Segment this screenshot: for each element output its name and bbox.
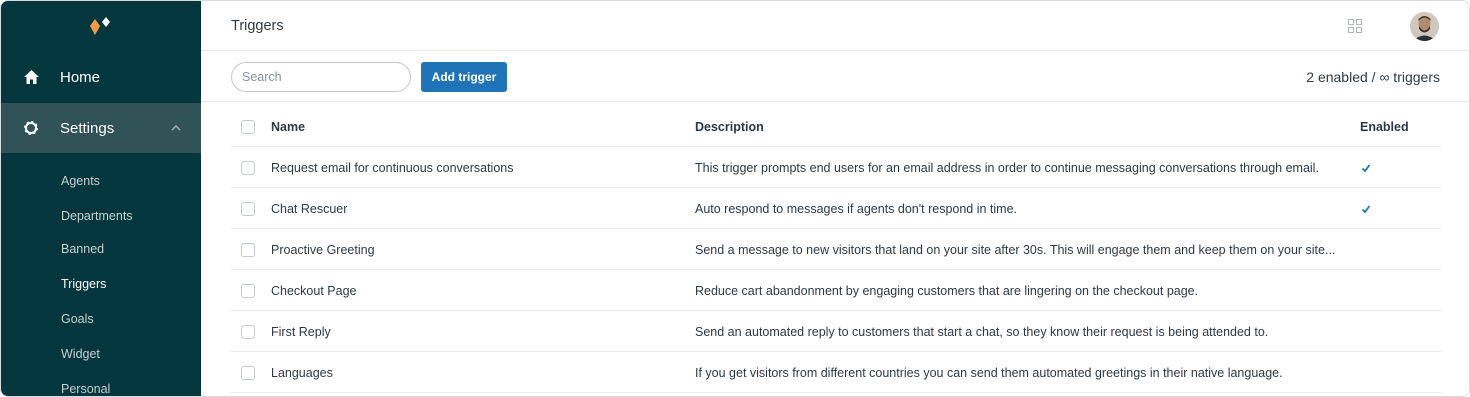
nav-settings[interactable]: Settings [1,103,201,153]
trigger-description: Send a message to new visitors that land… [695,243,1336,257]
trigger-description: If you get visitors from different count… [695,366,1283,380]
nav-home[interactable]: Home [1,52,201,102]
trigger-description: Send an automated reply to customers tha… [695,325,1269,339]
search-input[interactable] [231,62,411,92]
table-header-row: Name Description Enabled [231,106,1441,147]
select-all-checkbox[interactable] [241,120,255,134]
row-checkbox[interactable] [241,161,255,175]
sidebar-item-widget[interactable]: Widget [61,347,100,361]
page-title: Triggers [231,18,284,34]
gear-icon [21,118,41,138]
trigger-name[interactable]: Request email for continuous conversatio… [271,161,514,175]
add-trigger-button[interactable]: Add trigger [421,62,507,92]
row-checkbox[interactable] [241,366,255,380]
trigger-name[interactable]: First Reply [271,325,331,339]
trigger-description: Auto respond to messages if agents don't… [695,202,1018,216]
row-checkbox[interactable] [241,325,255,339]
toolbar: Add trigger 2 enabled / ∞ triggers [201,52,1469,102]
trigger-name[interactable]: Chat Rescuer [271,202,347,216]
nav-settings-label: Settings [60,119,115,137]
sidebar: Home Settings Agents Departments Banned … [1,1,201,396]
table-row[interactable]: Checkout Page Reduce cart abandonment by… [231,270,1441,311]
sidebar-item-personal[interactable]: Personal [61,382,110,396]
app-window: Home Settings Agents Departments Banned … [0,0,1470,397]
trigger-count: 2 enabled / ∞ triggers [1306,69,1440,85]
table-row[interactable]: Proactive Greeting Send a message to new… [231,229,1441,270]
row-checkbox[interactable] [241,243,255,257]
table-row[interactable]: Request email for continuous conversatio… [231,147,1441,188]
home-icon [21,67,41,87]
column-header-description: Description [695,120,764,134]
table-row[interactable]: Languages If you get visitors from diffe… [231,352,1441,393]
table-row[interactable]: Chat Rescuer Auto respond to messages if… [231,188,1441,229]
nav-home-label: Home [60,68,101,86]
chevron-up-icon[interactable] [169,121,183,135]
sidebar-item-triggers[interactable]: Triggers [61,277,106,291]
row-checkbox[interactable] [241,202,255,216]
trigger-name[interactable]: Languages [271,366,333,380]
table-row[interactable]: First Reply Send an automated reply to c… [231,311,1441,352]
logo-icon[interactable] [85,15,115,37]
sidebar-item-banned[interactable]: Banned [61,242,104,256]
grid-icon[interactable] [1348,19,1362,33]
top-bar: Triggers [201,1,1469,51]
trigger-description: This trigger prompts end users for an em… [695,161,1319,175]
column-header-enabled: Enabled [1360,120,1409,134]
check-icon [1361,205,1371,214]
column-header-name[interactable]: Name [271,120,305,134]
main-content: Triggers Add trigger 2 enabled / [201,1,1469,396]
trigger-name[interactable]: Proactive Greeting [271,243,375,257]
sidebar-item-goals[interactable]: Goals [61,312,94,326]
check-icon [1361,164,1371,173]
trigger-description: Reduce cart abandonment by engaging cust… [695,284,1199,298]
row-checkbox[interactable] [241,284,255,298]
triggers-table: Name Description Enabled Request email f… [231,106,1441,393]
sidebar-item-departments[interactable]: Departments [61,209,133,223]
trigger-name[interactable]: Checkout Page [271,284,356,298]
sidebar-item-agents[interactable]: Agents [61,174,100,188]
avatar[interactable] [1410,12,1439,41]
